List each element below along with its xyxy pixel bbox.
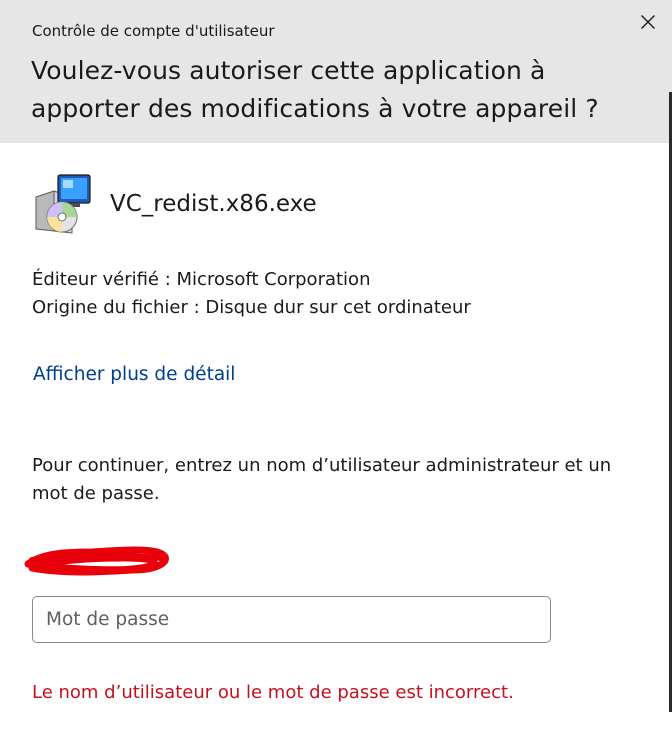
redacted-username xyxy=(24,546,169,576)
window-caption: Contrôle de compte d'utilisateur xyxy=(32,22,275,40)
close-button[interactable] xyxy=(630,4,666,40)
close-icon xyxy=(641,15,655,29)
error-message: Le nom d’utilisateur ou le mot de passe … xyxy=(32,682,514,703)
app-name: VC_redist.x86.exe xyxy=(110,191,317,217)
dialog-header: Contrôle de compte d'utilisateur Voulez-… xyxy=(0,0,672,143)
app-info: Éditeur vérifié : Microsoft Corporation … xyxy=(32,266,471,322)
app-row: VC_redist.x86.exe xyxy=(32,172,317,236)
credential-prompt: Pour continuer, entrez un nom d’utilisat… xyxy=(32,455,612,504)
installer-package-icon xyxy=(35,174,91,234)
password-input[interactable] xyxy=(32,596,551,643)
uac-question: Voulez-vous autoriser cette application … xyxy=(31,56,599,123)
uac-dialog: Contrôle de compte d'utilisateur Voulez-… xyxy=(0,0,672,739)
origin-text: Origine du fichier : Disque dur sur cet … xyxy=(32,297,471,318)
publisher-text: Éditeur vérifié : Microsoft Corporation xyxy=(32,269,371,290)
show-details-link[interactable]: Afficher plus de détail xyxy=(33,364,235,385)
